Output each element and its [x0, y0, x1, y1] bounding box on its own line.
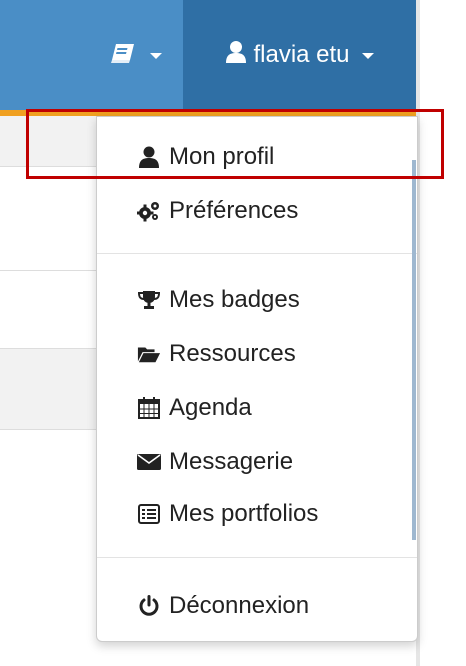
menu-item-label: Messagerie — [169, 448, 294, 475]
menu-item-logout[interactable]: Déconnexion — [137, 586, 309, 626]
menu-item-label: Agenda — [169, 394, 252, 421]
menu-item-label: Ressources — [169, 340, 296, 367]
menu-item-messaging[interactable]: Messagerie — [137, 442, 293, 482]
trophy-icon — [137, 288, 161, 312]
chevron-down-icon — [361, 53, 374, 59]
menu-item-agenda[interactable]: Agenda — [137, 388, 252, 428]
power-icon — [137, 594, 161, 618]
user-icon — [137, 145, 161, 169]
menu-divider — [97, 253, 417, 254]
menu-item-portfolios[interactable]: Mes portfolios — [137, 494, 318, 534]
menu-item-label: Mes portfolios — [169, 500, 319, 527]
user-menu-toggle[interactable]: flavia etu — [183, 0, 416, 110]
page-right-margin — [416, 0, 466, 666]
user-dropdown-menu: Mon profil Préférences Mes badges Ressou… — [96, 116, 418, 642]
top-navbar: flavia etu — [0, 0, 416, 110]
book-menu-toggle[interactable] — [88, 0, 183, 110]
menu-item-label: Mes badges — [169, 286, 300, 313]
menu-item-badges[interactable]: Mes badges — [137, 280, 300, 320]
user-icon — [225, 40, 247, 71]
menu-item-label: Mon profil — [169, 143, 275, 170]
menu-item-label: Préférences — [169, 197, 299, 224]
envelope-icon — [137, 450, 161, 474]
chevron-down-icon — [149, 53, 162, 59]
calendar-icon — [137, 396, 161, 420]
folder-open-icon — [137, 342, 161, 366]
menu-item-label: Déconnexion — [169, 592, 310, 619]
book-icon — [110, 42, 136, 69]
menu-item-profile[interactable]: Mon profil — [137, 137, 274, 177]
menu-divider — [97, 557, 417, 558]
gears-icon — [137, 199, 161, 223]
menu-scrollbar[interactable] — [412, 160, 416, 540]
menu-item-resources[interactable]: Ressources — [137, 334, 296, 374]
user-name-label: flavia etu — [253, 41, 350, 68]
list-alt-icon — [137, 502, 161, 526]
menu-item-preferences[interactable]: Préférences — [137, 191, 298, 231]
